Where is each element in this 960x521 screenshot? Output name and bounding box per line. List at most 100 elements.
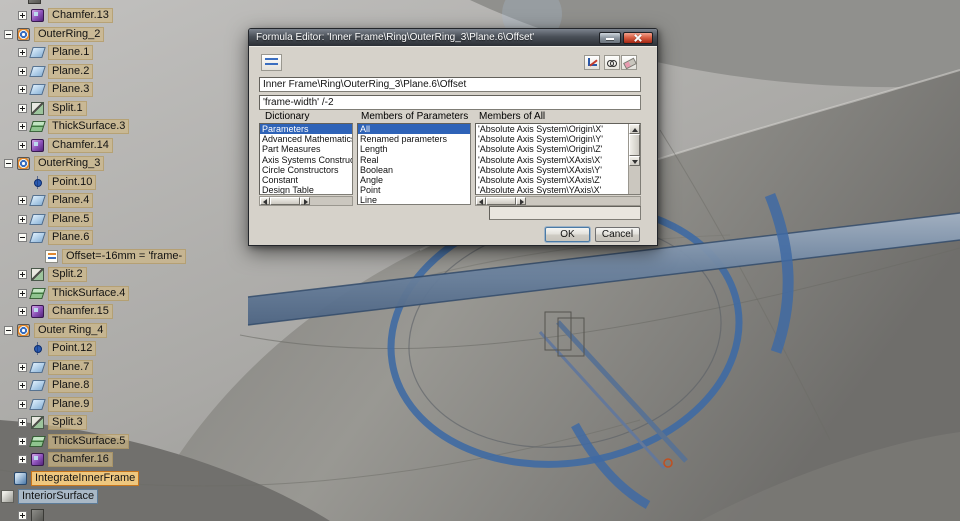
list-item[interactable]: 'Absolute Axis System\Origin\X' [476, 124, 628, 134]
list-item[interactable]: Renamed parameters [358, 134, 470, 144]
collapse-icon[interactable] [4, 325, 13, 335]
tree-item[interactable]: Plane.2 [0, 62, 94, 81]
scroll-left-icon[interactable] [476, 197, 486, 205]
tree-item-label[interactable]: Split.1 [48, 100, 87, 116]
expand-icon[interactable] [18, 103, 27, 113]
tree-item[interactable]: ThickSurface.5 [0, 432, 130, 451]
list-item[interactable]: Advanced Mathematics F [260, 134, 352, 144]
collapse-icon[interactable] [4, 29, 13, 39]
list-item[interactable]: Part Measures [260, 144, 352, 154]
tree-item[interactable]: Plane.4 [0, 192, 94, 211]
list-item[interactable]: Line [358, 195, 470, 204]
list-item[interactable]: Parameters [260, 124, 352, 135]
expand-icon[interactable] [18, 418, 27, 428]
list-item[interactable]: 'Absolute Axis System\XAxis\Y' [476, 165, 628, 175]
expand-icon[interactable] [18, 399, 27, 409]
tree-item-label[interactable]: Chamfer.13 [48, 8, 113, 24]
tree-item[interactable]: ThickSurface.3 [0, 118, 130, 137]
tree-item[interactable]: Plane.8 [0, 377, 94, 396]
tree-item-label[interactable]: Plane.6 [48, 230, 94, 246]
tree-item-label[interactable]: OuterRing_2 [34, 26, 105, 42]
tree-item[interactable]: Plane.7 [0, 358, 94, 377]
spectacles-icon[interactable] [604, 55, 620, 70]
tree-item-label[interactable]: Plane.3 [48, 82, 94, 98]
minimize-button[interactable] [599, 31, 621, 44]
list-item[interactable]: 'Absolute Axis System\YAxis\X' [476, 185, 628, 194]
tree-item[interactable]: IntegrateInnerFrame [0, 469, 140, 488]
scroll-right-icon[interactable] [516, 197, 526, 205]
tree-item[interactable]: Point.10 [0, 173, 97, 192]
ok-button[interactable]: OK [545, 227, 590, 242]
list-item[interactable]: 'Absolute Axis System\XAxis\Z' [476, 175, 628, 185]
tree-item[interactable]: InteriorSurface [0, 488, 99, 507]
tree-item-label[interactable]: Plane.5 [48, 211, 94, 227]
list-item[interactable]: 'Absolute Axis System\Origin\Y' [476, 134, 628, 144]
expand-icon[interactable] [18, 48, 27, 58]
tree-item-label[interactable]: Plane.4 [48, 193, 94, 209]
tree-item-label[interactable]: Plane.8 [48, 378, 94, 394]
collapse-icon[interactable] [18, 233, 27, 243]
vertical-scrollbar[interactable] [628, 124, 640, 194]
tree-item-label[interactable]: Plane.1 [48, 45, 94, 61]
tree-item[interactable]: Plane.6 [0, 229, 94, 248]
expand-icon[interactable] [18, 288, 27, 298]
tree-item-label[interactable]: Plane.7 [48, 359, 94, 375]
tree-item-label[interactable]: InteriorSurface [18, 489, 99, 505]
tree-item-label[interactable]: Point.12 [48, 341, 97, 357]
collapse-icon[interactable] [4, 159, 13, 169]
tree-item-label[interactable]: IntegrateInnerFrame [31, 470, 140, 486]
list-item[interactable]: All [358, 124, 470, 135]
tree-item[interactable]: Chamfer.16 [0, 451, 113, 470]
vertical-scroll-thumb[interactable] [629, 134, 640, 156]
tree-item-label[interactable]: Chamfer.16 [48, 452, 113, 468]
members-horizontal-scrollbar[interactable] [475, 196, 641, 206]
expand-icon[interactable] [18, 270, 27, 280]
dialog-titlebar[interactable]: Formula Editor: 'Inner Frame\Ring\OuterR… [249, 29, 657, 46]
cancel-button[interactable]: Cancel [595, 227, 640, 242]
tree-item-label[interactable]: ThickSurface.3 [48, 119, 130, 135]
formula-input[interactable] [259, 95, 641, 110]
tree-item[interactable]: OuterRing_3 [0, 155, 105, 174]
tree-item[interactable]: ThickSurface.4 [0, 284, 130, 303]
members-of-parameters-list[interactable]: All Renamed parameters Length Real Boolean An… [357, 123, 471, 205]
tree-item[interactable]: Plane.5 [0, 210, 94, 229]
tree-item-label[interactable]: Split.3 [48, 415, 87, 431]
expand-icon[interactable] [18, 307, 27, 317]
list-item[interactable]: Real [358, 155, 470, 165]
list-item[interactable]: 'Absolute Axis System\XAxis\X' [476, 155, 628, 165]
close-button[interactable] [623, 31, 653, 44]
members-of-all-list[interactable]: 'Absolute Axis System\Origin\X' 'Absolute… [475, 123, 641, 195]
list-item[interactable]: Angle [358, 175, 470, 185]
dictionary-list[interactable]: ParametersAdvanced Mathematics FPart Mea… [259, 123, 353, 195]
list-item[interactable]: Axis Systems Constructor [260, 155, 352, 165]
list-item[interactable]: 'Absolute Axis System\Origin\Z' [476, 144, 628, 154]
expand-icon[interactable] [18, 214, 27, 224]
tree-item[interactable]: Split.2 [0, 266, 87, 285]
list-item[interactable]: Boolean [358, 165, 470, 175]
scroll-up-icon[interactable] [629, 124, 640, 134]
tree-item[interactable]: Chamfer.13 [0, 7, 113, 26]
tree-item[interactable]: Chamfer.14 [0, 136, 113, 155]
tree-item[interactable]: Plane.9 [0, 395, 94, 414]
horizontal-scroll-thumb[interactable] [270, 197, 300, 205]
scroll-left-icon[interactable] [260, 197, 270, 205]
expand-icon[interactable] [18, 436, 27, 446]
tree-item[interactable]: OuterRing_2 [0, 25, 105, 44]
list-item[interactable]: Constant [260, 175, 352, 185]
tree-item-label[interactable]: Plane.9 [48, 396, 94, 412]
tree-item[interactable]: Split.1 [0, 99, 87, 118]
tree-item-label[interactable]: ThickSurface.5 [48, 433, 130, 449]
parameter-path-field[interactable] [259, 77, 641, 92]
list-item[interactable]: Circle Constructors [260, 165, 352, 175]
expand-icon[interactable] [18, 362, 27, 372]
expand-icon[interactable] [18, 66, 27, 76]
tree-item-label[interactable]: Chamfer.15 [48, 304, 113, 320]
tree-item[interactable]: Plane.1 [0, 44, 94, 63]
eraser-icon[interactable] [621, 55, 637, 70]
expand-icon[interactable] [18, 381, 27, 391]
expand-icon[interactable] [18, 455, 27, 465]
scroll-down-icon[interactable] [629, 156, 640, 166]
list-item[interactable]: Design Table [260, 185, 352, 194]
tree-item-label[interactable]: Offset=-16mm = 'frame- [62, 248, 187, 264]
list-item[interactable]: Length [358, 144, 470, 154]
